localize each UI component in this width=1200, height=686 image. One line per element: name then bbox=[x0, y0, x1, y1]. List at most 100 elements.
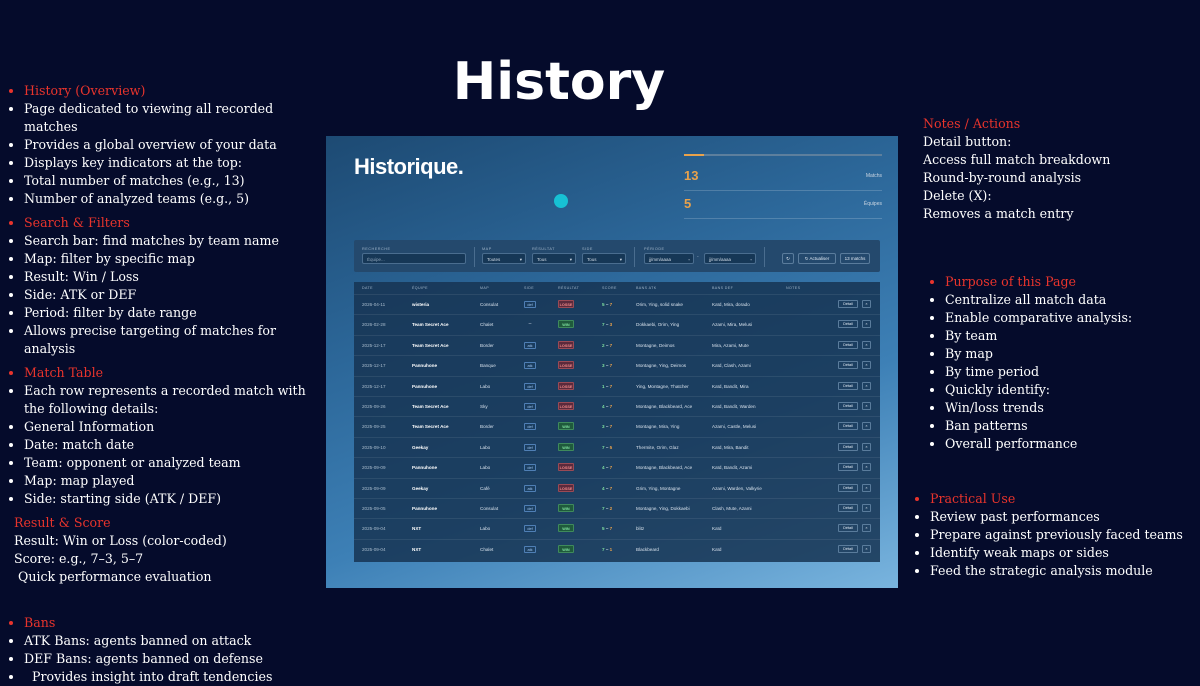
bans-item: Provides insight into draft tendencies bbox=[24, 668, 328, 686]
detail-button[interactable]: Détail bbox=[838, 422, 858, 431]
notes-line: Removes a match entry bbox=[923, 206, 1074, 221]
refresh-button[interactable]: ↻ Actualiser bbox=[798, 253, 836, 264]
delete-button[interactable]: × bbox=[862, 483, 871, 492]
detail-button[interactable]: Détail bbox=[838, 524, 858, 533]
cell-bans-def: Kaïd, Bandit, Azami bbox=[712, 465, 753, 471]
date-range-separator: - bbox=[697, 254, 699, 260]
cell-bans-def: Kaïd, Mira, dorado bbox=[712, 302, 750, 307]
cell-bans-atk: Orim, Ying, solid snake bbox=[636, 302, 683, 307]
side-badge: def bbox=[524, 443, 536, 451]
result-badge: LOSSE bbox=[558, 483, 574, 492]
delete-button[interactable]: × bbox=[862, 544, 871, 553]
filters-item: Period: filter by date range bbox=[24, 304, 328, 322]
cell-date: 2026-02-28 bbox=[362, 322, 386, 328]
cell-bans-atk: Montagne, Ying, Deimos bbox=[636, 363, 687, 369]
delete-button[interactable]: × bbox=[862, 524, 871, 533]
cell-map: Labo bbox=[480, 444, 491, 450]
table-item: Team: opponent or analyzed team bbox=[24, 454, 328, 472]
period-label: PÉRIODE bbox=[644, 247, 665, 251]
column-header: NOTES bbox=[786, 286, 801, 290]
cell-bans-atk: Montagne, Blackbeard, Ace bbox=[636, 404, 693, 409]
side-select[interactable]: Tous ▾ bbox=[582, 253, 626, 264]
detail-button[interactable]: Détail bbox=[838, 504, 858, 512]
table-row: 2026-04-11 wisteria Consulat def LOSSE 5 – 7 O… bbox=[354, 294, 880, 315]
result-badge: LOSSE bbox=[558, 361, 574, 370]
delete-button[interactable]: × bbox=[862, 442, 871, 451]
date-from-input[interactable]: jj/mm/aaaa ▫ bbox=[644, 253, 694, 264]
table-item: Each row represents a recorded match wit… bbox=[24, 382, 328, 418]
column-header: BANS DEF bbox=[712, 286, 734, 290]
practical-section: Practical Use Review past performances P… bbox=[914, 490, 1194, 580]
detail-button[interactable]: Détail bbox=[838, 402, 858, 410]
detail-button[interactable]: Détail bbox=[838, 340, 858, 349]
cell-bans-atk: Montagne, Deimos bbox=[636, 342, 675, 348]
delete-button[interactable]: × bbox=[862, 361, 871, 370]
search-input[interactable]: Équipe... bbox=[362, 253, 466, 264]
side-badge: atk bbox=[524, 545, 536, 553]
result-line: Result: Win or Loss (color-coded) bbox=[14, 533, 227, 548]
column-header: SCORE bbox=[602, 286, 617, 290]
notes-line: Access full match breakdown bbox=[923, 152, 1111, 167]
overview-item: Displays key indicators at the top: bbox=[24, 154, 328, 172]
detail-button[interactable]: Détail bbox=[838, 544, 858, 553]
detail-button[interactable]: Détail bbox=[838, 300, 858, 308]
table-row: 2025-09-09 Pannuhone Labo def LOSSE 4 – 7 Mont… bbox=[354, 457, 880, 478]
cell-score: 7 – 5 bbox=[602, 444, 613, 450]
overview-section: History (Overview) Page dedicated to vie… bbox=[8, 82, 328, 208]
cell-map: Labo bbox=[480, 465, 491, 471]
overview-item: Page dedicated to viewing all recorded m… bbox=[24, 100, 328, 136]
detail-button[interactable]: Détail bbox=[838, 483, 858, 492]
table-heading: Match Table bbox=[24, 364, 328, 382]
cell-bans-atk: blitz bbox=[636, 526, 645, 532]
bans-item: DEF Bans: agents banned on defense bbox=[24, 650, 328, 668]
delete-button[interactable]: × bbox=[862, 463, 871, 472]
stat-value: 5 bbox=[684, 196, 692, 211]
cell-map: Consulat bbox=[480, 506, 499, 511]
delete-button[interactable]: × bbox=[862, 340, 871, 349]
result-badge: WIN bbox=[558, 544, 574, 553]
delete-button[interactable]: × bbox=[862, 402, 871, 410]
result-section: Result & Score Result: Win or Loss (colo… bbox=[14, 514, 328, 586]
date-to-input[interactable]: jj/mm/aaaa ▫ bbox=[704, 253, 756, 264]
cell-date: 2025-09-09 bbox=[362, 465, 386, 471]
detail-button[interactable]: Détail bbox=[838, 463, 858, 472]
delete-button[interactable]: × bbox=[862, 300, 871, 308]
delete-button[interactable]: × bbox=[862, 504, 871, 512]
practical-heading: Practical Use bbox=[930, 490, 1194, 508]
cell-date: 2025-09-04 bbox=[362, 526, 386, 532]
detail-button[interactable]: Détail bbox=[838, 320, 858, 329]
map-select[interactable]: Toutes ▾ bbox=[482, 253, 526, 264]
side-badge: def bbox=[524, 382, 536, 390]
table-row: 2026-02-28 Team Secret Ace Chalet – WIN 7 – 3… bbox=[354, 314, 880, 335]
delete-button[interactable]: × bbox=[862, 320, 871, 329]
cell-date: 2025-09-05 bbox=[362, 506, 386, 511]
cell-bans-atk: Grim, Ying, Montagne bbox=[636, 485, 681, 491]
cell-team: Team Secret Ace bbox=[412, 404, 449, 409]
purpose-item: Quickly identify: bbox=[945, 381, 1194, 399]
side-badge: – bbox=[528, 321, 532, 328]
cell-team: wisteria bbox=[412, 302, 430, 307]
column-header: RÉSULTAT bbox=[558, 286, 580, 290]
side-label: SIDE bbox=[582, 247, 593, 251]
practical-item: Feed the strategic analysis module bbox=[930, 562, 1194, 580]
overview-item: Number of analyzed teams (e.g., 5) bbox=[24, 190, 328, 208]
result-select[interactable]: Tous ▾ bbox=[532, 253, 576, 264]
table-row: 2025-12-17 Team Secret Ace Border atk LOSSE 2… bbox=[354, 334, 880, 356]
cell-score: 4 – 7 bbox=[602, 404, 613, 409]
cell-team: Team Secret Ace bbox=[412, 342, 449, 348]
cell-score: 5 – 7 bbox=[602, 302, 613, 307]
cell-bans-def: Azami, Castle, Melusi bbox=[712, 424, 757, 430]
column-header: ÉQUIPE bbox=[412, 286, 428, 290]
bans-section: Bans ATK Bans: agents banned on attack D… bbox=[8, 614, 328, 686]
detail-button[interactable]: Détail bbox=[838, 381, 858, 390]
table-section: Match Table Each row represents a record… bbox=[8, 364, 328, 508]
detail-button[interactable]: Détail bbox=[838, 442, 858, 451]
delete-button[interactable]: × bbox=[862, 422, 871, 431]
filters-item: Map: filter by specific map bbox=[24, 250, 328, 268]
result-badge: WIN bbox=[558, 524, 574, 533]
delete-button[interactable]: × bbox=[862, 381, 871, 390]
detail-button[interactable]: Détail bbox=[838, 361, 858, 370]
table-row: 2025-09-04 NXT Labo def WIN 5 – 7 blitz Kaïd Dét… bbox=[354, 518, 880, 539]
reset-button[interactable]: ↻ bbox=[782, 253, 794, 264]
filters-item: Allows precise targeting of matches for … bbox=[24, 322, 328, 358]
